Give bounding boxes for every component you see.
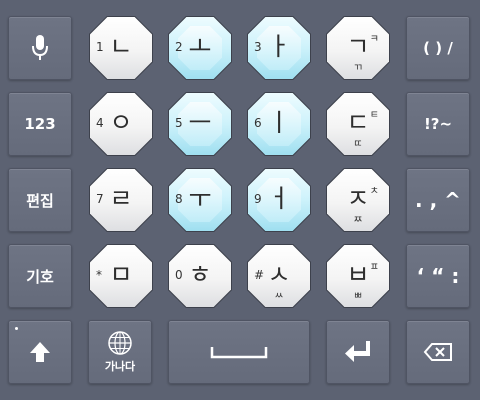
numbers-key[interactable]: 123 bbox=[8, 92, 72, 156]
enter-key[interactable] bbox=[326, 320, 390, 384]
letter-key-double-character: ㅆ bbox=[274, 291, 284, 302]
letter-key-double-character: ㄸ bbox=[353, 139, 363, 150]
letter-key-number: 9 bbox=[254, 192, 262, 206]
letter-key[interactable]: ㄷㅌㄸ bbox=[326, 92, 390, 156]
letter-key[interactable]: ㅁ * bbox=[89, 244, 153, 308]
letter-key-number: 3 bbox=[254, 40, 262, 54]
letter-key[interactable]: ㅇ4 bbox=[89, 92, 153, 156]
letter-key-alt-character: ㅍ bbox=[369, 262, 379, 273]
language-switch-content: 가나다 bbox=[105, 330, 135, 374]
symbols-key-label: 기호 bbox=[26, 267, 54, 286]
punctuation-key-4[interactable]: ‘ “ : bbox=[406, 244, 470, 308]
letter-key-character: ㅈ bbox=[346, 184, 370, 213]
punctuation-key-1-label: ( ) / bbox=[423, 39, 453, 57]
language-label: 가나다 bbox=[104, 360, 136, 373]
letter-key[interactable]: ㅣ6 bbox=[247, 92, 311, 156]
voice-input-key[interactable] bbox=[8, 16, 72, 80]
backspace-icon bbox=[423, 342, 453, 362]
letter-key[interactable]: ㅅ # ㅆ bbox=[247, 244, 311, 308]
punctuation-key-3-label: . , ^ bbox=[415, 188, 461, 212]
letter-key-alt-character: ㅊ bbox=[369, 186, 379, 197]
letter-key[interactable]: ㅈㅊㅉ bbox=[326, 168, 390, 232]
letter-key[interactable]: ㄴ1 bbox=[89, 16, 153, 80]
letter-key[interactable]: ㅗ2 bbox=[168, 16, 232, 80]
symbols-key[interactable]: 기호 bbox=[8, 244, 72, 308]
letter-key-character: ㅂ bbox=[346, 260, 370, 289]
letter-key-number: 0 bbox=[175, 268, 183, 282]
punctuation-key-3[interactable]: . , ^ bbox=[406, 168, 470, 232]
language-switch-key[interactable]: 가나다 bbox=[88, 320, 152, 384]
letter-key[interactable]: ㅏ3 bbox=[247, 16, 311, 80]
letter-key-number: 8 bbox=[175, 192, 183, 206]
letter-key-number: * bbox=[96, 268, 102, 282]
letter-key-number: 4 bbox=[96, 116, 104, 130]
space-bar-icon bbox=[209, 344, 269, 360]
globe-icon bbox=[107, 330, 133, 356]
numbers-key-label: 123 bbox=[24, 115, 56, 133]
punctuation-key-2-label: !?~ bbox=[423, 115, 453, 133]
punctuation-key-2[interactable]: !?~ bbox=[406, 92, 470, 156]
punctuation-key-1[interactable]: ( ) / bbox=[406, 16, 470, 80]
backspace-key[interactable] bbox=[406, 320, 470, 384]
letter-key-number: 5 bbox=[175, 116, 183, 130]
letter-key-double-character: ㅉ bbox=[353, 215, 363, 226]
letter-key-number: 7 bbox=[96, 192, 104, 206]
letter-key[interactable]: ㅓ9 bbox=[247, 168, 311, 232]
letter-key-number: 1 bbox=[96, 40, 104, 54]
letter-key-number: # bbox=[254, 268, 265, 282]
letter-key-number: 2 bbox=[175, 40, 183, 54]
shift-arrow-icon bbox=[28, 340, 52, 364]
letter-key[interactable]: ㄹ7 bbox=[89, 168, 153, 232]
letter-key-character: ㄱ bbox=[346, 32, 370, 61]
edit-key[interactable]: 편집 bbox=[8, 168, 72, 232]
letter-key-character: ㄷ bbox=[346, 108, 370, 137]
letter-key-number: 6 bbox=[254, 116, 262, 130]
letter-key[interactable]: ㄱㅋㄲ bbox=[326, 16, 390, 80]
letter-key-alt-character: ㅌ bbox=[369, 110, 379, 121]
letter-key[interactable]: ㅜ8 bbox=[168, 168, 232, 232]
letter-key[interactable]: ㅂㅍㅃ bbox=[326, 244, 390, 308]
edit-key-label: 편집 bbox=[26, 191, 54, 210]
enter-arrow-icon bbox=[344, 339, 372, 365]
microphone-icon bbox=[31, 34, 49, 62]
shift-indicator-dot bbox=[15, 327, 18, 330]
letter-key-double-character: ㅃ bbox=[353, 291, 363, 302]
punctuation-key-4-label: ‘ “ : bbox=[416, 264, 460, 288]
letter-key-double-character: ㄲ bbox=[353, 63, 363, 74]
letter-key-alt-character: ㅋ bbox=[369, 34, 379, 45]
korean-keyboard: 123 편집 기호 ( ) / !?~ . , ^ ‘ “ : ㄴ 1 ㅗ 2 … bbox=[0, 0, 480, 400]
letter-key[interactable]: ㅎ0 bbox=[168, 244, 232, 308]
letter-key[interactable]: ㅡ5 bbox=[168, 92, 232, 156]
space-key[interactable] bbox=[168, 320, 310, 384]
shift-key[interactable] bbox=[8, 320, 72, 384]
